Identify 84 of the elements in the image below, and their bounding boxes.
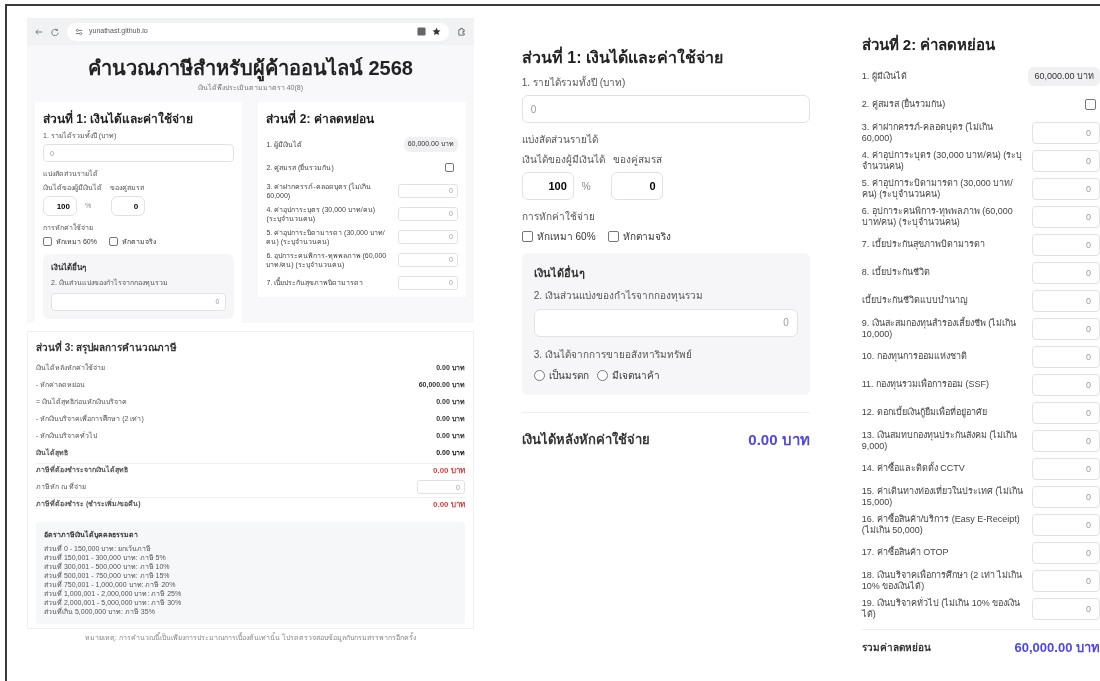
deduction-label: 8. เบี้ยประกันชีวิต [861, 267, 931, 278]
total-label: รวมค่าลดหย่อน [861, 640, 931, 655]
star-icon[interactable] [431, 27, 441, 36]
checkbox[interactable] [1085, 99, 1096, 110]
field-label: 2. เงินส่วนแบ่งของกำไรจากกองทุนรวม [533, 288, 704, 303]
extensions-icon[interactable] [456, 27, 466, 36]
result-value: 0.00 บาท [748, 429, 810, 450]
deduction-label: 4. ค่าอุปการะบุตร (30,000 บาท/คน) (ระบุจำนวนคน) [861, 149, 1024, 172]
deduction-field[interactable]: 0 [1032, 289, 1100, 312]
income-field[interactable]: 0 [521, 95, 810, 123]
deduction-field[interactable]: 0 [1032, 485, 1100, 508]
section-title: ส่วนที่ 2: ค่าลดหย่อน [266, 109, 375, 128]
deduction-field[interactable]: 0 [1032, 373, 1100, 396]
deduction-label: 12. ดอกเบี้ยเงินกู้ยืมเพื่อที่อยู่อาศัย [861, 407, 988, 418]
deduction-label: 11. กองทุนรวมเพื่อการออม (SSF) [861, 379, 991, 390]
deduction-label: เบี้ยประกันชีวิตแบบบำนาญ [861, 295, 969, 306]
field-label: แบ่งสัดส่วนรายได้ [521, 133, 599, 147]
deduction-label: 16. ค่าซื้อสินค้า/บริการ (Easy E-Receipt) (ไม่เกิน 50,000) [861, 513, 1021, 536]
deduction-label: 10. กองทุนการออมแห่งชาติ [861, 351, 968, 362]
deduction-field[interactable]: 0 [1032, 149, 1100, 172]
section-title: ส่วนที่ 3: สรุปผลการคำนวณภาษี [36, 339, 179, 355]
checkbox-label: หักเหมา 60% [536, 230, 596, 244]
checkbox[interactable] [444, 163, 454, 172]
deduction-label: 7. เบี้ยประกันสุขภาพบิดามารดา [861, 239, 986, 250]
checkbox[interactable] [521, 231, 533, 242]
deduction-field[interactable]: 0 [1032, 317, 1100, 340]
field-label: เงินได้ของผู้มีเงินได้ [521, 153, 605, 167]
deduction-field[interactable]: 0 [1032, 597, 1100, 620]
tax-value: 0.00 บาท [433, 498, 465, 511]
deduction-field[interactable]: 0 [1032, 513, 1100, 536]
deduction-label: 5. ค่าอุปการะบิดามารดา (30,000 บาท/คน) (ระบุจำนวนคน) [861, 177, 1014, 200]
field-label: 3. เงินได้จากการขายอสังหาริมทรัพย์ [533, 347, 693, 362]
section-title: ส่วนที่ 1: เงินได้และค่าใช้จ่าย [43, 109, 195, 128]
reload-icon[interactable] [51, 27, 59, 36]
share-field[interactable]: 100 [521, 172, 574, 200]
deduction-field[interactable]: 0 [1032, 401, 1100, 424]
section-title: ส่วนที่ 1: เงินได้และค่าใช้จ่าย [521, 46, 810, 70]
deduction-field[interactable]: 0 [1032, 205, 1100, 228]
deduction-label: 9. เงินสะสมกองทุนสำรองเลี้ยงชีพ (ไม่เกิน 10,000) [861, 317, 1018, 340]
deduction-label: 18. เงินบริจาคเพื่อการศึกษา (2 เท่า ไม่เกิน 10% ของเงินได้) [861, 569, 1024, 592]
deduction-field[interactable]: 0 [1032, 121, 1100, 144]
panel-title: เงินได้อื่นๆ [51, 262, 87, 274]
deduction-label: 19. เงินบริจาคทั่วไป (ไม่เกิน 10% ของเงินได้) [861, 597, 1022, 620]
radio-button[interactable] [533, 369, 545, 381]
radio-button[interactable] [596, 369, 608, 381]
site-info-icon[interactable] [75, 27, 83, 36]
tax-value: 0.00 บาท [433, 464, 465, 477]
deduction-label: 13. เงินสมทบกองทุนประกันสังคม (ไม่เกิน 9,000) [861, 429, 1019, 452]
radio-label: มีเจตนาค้า [611, 368, 660, 383]
field-label: ของคู่สมรส [612, 153, 662, 167]
deduction-label: 6. อุปการะคนพิการ-ทุพพลภาพ (60,000 บาท/คน) (ระบุจำนวนคน) [861, 205, 1014, 228]
deduction-label: 2. คู่สมรส (ยื่นรวมกัน) [861, 99, 947, 110]
deduction-label: 3. ค่าฝากครรภ์-คลอดบุตร (ไม่เกิน 60,000) [861, 121, 995, 144]
deduction-label: 1. ผู้มีเงินได้ [861, 71, 908, 82]
deduction-field[interactable]: 0 [1032, 177, 1100, 200]
checkbox-label: หักตามจริง [622, 230, 671, 244]
back-arrow-icon[interactable] [35, 27, 43, 36]
deduction-field[interactable]: 0 [1032, 345, 1100, 368]
deduction-label: 14. ค่าซื้อและติดตั้ง CCTV [861, 463, 966, 474]
checkbox[interactable] [43, 237, 52, 247]
deduction-amount: 60,000.00 บาท [1028, 66, 1100, 87]
deduction-field[interactable]: 0 [1032, 429, 1100, 452]
fund-profit-field[interactable]: 0 [533, 308, 798, 337]
share-field[interactable]: 0 [610, 172, 663, 200]
page-title: คำนวณภาษีสำหรับผู้ค้าออนไลน์ 2568 [35, 53, 466, 83]
deduction-field[interactable]: 0 [1032, 457, 1100, 480]
field-label: การหักค่าใช้จ่าย [521, 210, 596, 224]
checkbox[interactable] [607, 231, 619, 242]
share-field[interactable]: 100 [43, 196, 77, 216]
field-label: 1. รายได้รวมทั้งปี (บาท) [521, 75, 627, 90]
deduction-label: 17. ค่าซื้อสินค้า OTOP [861, 547, 950, 558]
radio-label: เป็นมรดก [548, 367, 589, 383]
total-value: 60,000.00 บาท [1014, 638, 1100, 657]
percent-sign: % [581, 179, 591, 194]
deduction-field[interactable]: 0 [1032, 569, 1100, 592]
section-title: ส่วนที่ 2: ค่าลดหย่อน [861, 34, 997, 55]
checkbox[interactable] [108, 237, 118, 247]
share-field[interactable]: 0 [111, 196, 146, 216]
deduction-field[interactable]: 0 [1032, 233, 1100, 256]
deduction-label: 15. ค่าเดินทางท่องเที่ยวในประเทศ (ไม่เกิน 15,000) [861, 485, 1024, 508]
deduction-field[interactable]: 0 [1032, 261, 1100, 284]
panel-title: เงินได้อื่นๆ [533, 265, 586, 281]
result-label: เงินได้หลังหักค่าใช้จ่าย [521, 430, 650, 449]
deduction-field[interactable]: 0 [1032, 541, 1100, 564]
